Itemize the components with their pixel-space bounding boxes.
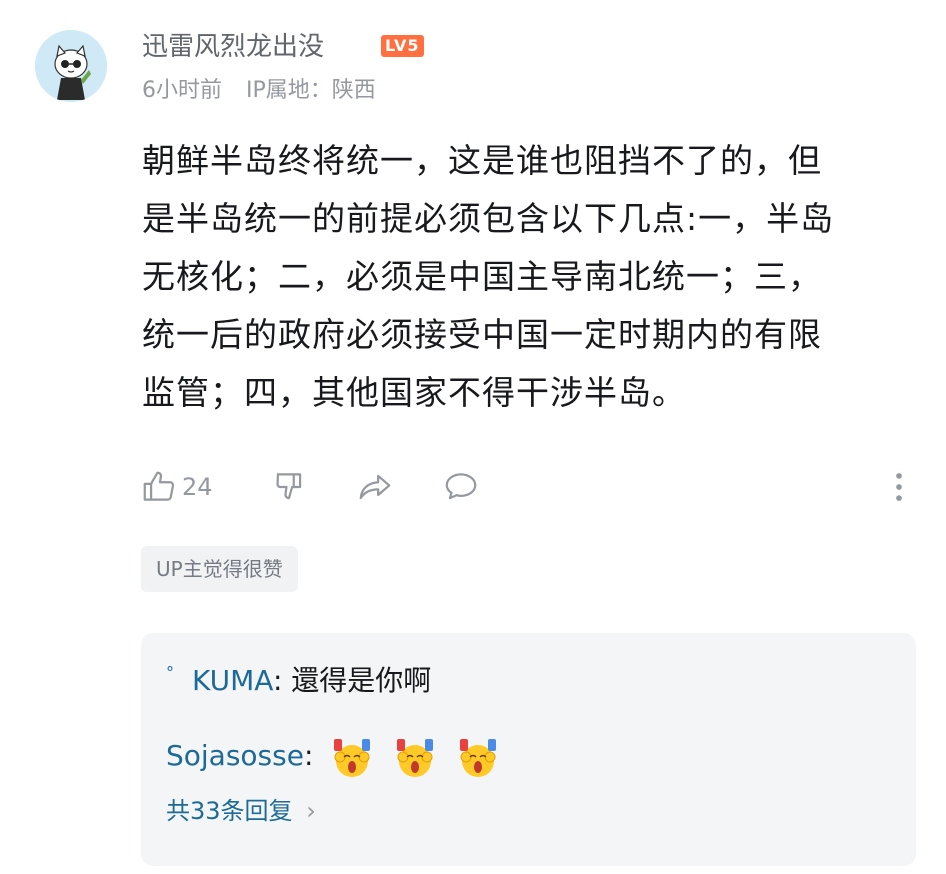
content-line: 监管；四，其他国家不得干涉半岛。 <box>142 373 686 412</box>
ip-location: IP属地：陕西 <box>246 78 376 103</box>
thumb-up-icon <box>143 471 175 501</box>
view-all-replies-link[interactable]: 共33条回复 › <box>166 793 316 829</box>
share-button[interactable] <box>356 468 394 506</box>
like-button[interactable]: 24 <box>140 468 213 506</box>
reply-item[interactable]: Sojasosse: <box>166 733 502 781</box>
cheering-emoji-icon <box>334 739 371 777</box>
up-liked-tag: UP主觉得很赞 <box>141 546 298 592</box>
reply-button[interactable] <box>442 468 480 506</box>
reply-text: 還得是你啊 <box>291 664 432 697</box>
comment-content: 朝鲜半岛终将统一，这是谁也阻挡不了的，但 是半岛统一的前提必须包含以下几点:一，… <box>142 132 902 422</box>
reply-preview[interactable]: ° KUMA: 還得是你啊 Sojasosse: 共33条回复 › <box>141 633 916 866</box>
post-time: 6小时前 <box>142 78 222 103</box>
more-button[interactable] <box>880 468 918 506</box>
more-icon <box>896 473 902 501</box>
dislike-button[interactable] <box>270 468 308 506</box>
reply-item[interactable]: ° KUMA: 還得是你啊 <box>166 661 431 705</box>
level-badge: LV5 <box>381 35 424 57</box>
cheering-emoji-icon <box>460 739 497 777</box>
comment-icon <box>445 473 477 500</box>
reply-prefix: ° <box>166 663 174 682</box>
chevron-right-icon: › <box>306 797 316 825</box>
cheering-emoji-icon <box>397 739 434 777</box>
content-line: 是半岛统一的前提必须包含以下几点:一，半岛 <box>142 199 835 238</box>
comment-meta: 6小时前 IP属地：陕西 <box>142 76 376 106</box>
like-count: 24 <box>182 473 213 501</box>
reply-author[interactable]: KUMA <box>192 664 273 697</box>
reply-count-label: 共33条回复 <box>166 797 293 825</box>
content-line: 无核化；二，必须是中国主导南北统一；三， <box>142 257 822 296</box>
content-line: 统一后的政府必须接受中国一定时期内的有限 <box>142 315 822 354</box>
reply-author[interactable]: Sojasosse <box>166 739 304 772</box>
avatar[interactable] <box>35 30 107 102</box>
comment-actions: 24 <box>140 468 920 512</box>
share-icon <box>359 474 391 500</box>
username[interactable]: 迅雷风烈龙出没 <box>142 30 324 64</box>
thumb-down-icon <box>276 473 302 500</box>
content-line: 朝鲜半岛终将统一，这是谁也阻挡不了的，但 <box>142 141 822 180</box>
